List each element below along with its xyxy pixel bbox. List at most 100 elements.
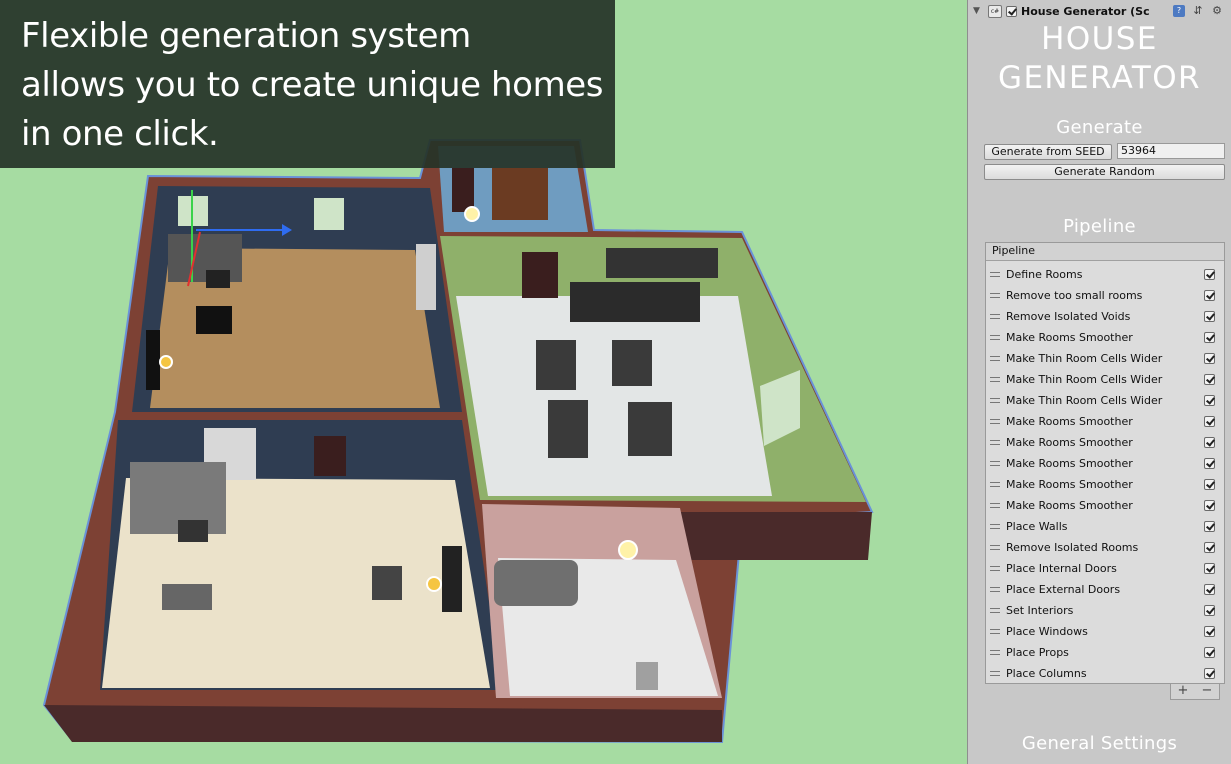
generate-section-title: Generate	[1056, 117, 1143, 138]
pipeline-step-checkbox[interactable]	[1204, 437, 1215, 448]
drag-handle-icon[interactable]	[990, 293, 1000, 298]
pipeline-step[interactable]: Make Rooms Smoother	[986, 432, 1224, 453]
pipeline-step-label: Make Rooms Smoother	[1006, 436, 1133, 449]
title-house: HOUSE	[1041, 21, 1158, 57]
drag-handle-icon[interactable]	[990, 335, 1000, 340]
pipeline-step[interactable]: Remove Isolated Voids	[986, 306, 1224, 327]
drag-handle-icon[interactable]	[990, 566, 1000, 571]
pipeline-step-checkbox[interactable]	[1204, 626, 1215, 637]
pipeline-step-checkbox[interactable]	[1204, 374, 1215, 385]
component-title: House Generator (Sc	[1021, 4, 1150, 18]
pipeline-step-label: Make Rooms Smoother	[1006, 499, 1133, 512]
inspector-panel: ▼ c# House Generator (Sc ? ⇵ ⚙ HOUSE GEN…	[967, 0, 1231, 764]
generate-random-button[interactable]: Generate Random	[984, 164, 1225, 180]
drag-handle-icon[interactable]	[990, 524, 1000, 529]
pipeline-step[interactable]: Remove Isolated Rooms	[986, 537, 1224, 558]
pipeline-section-title: Pipeline	[1063, 216, 1136, 237]
title-generator: GENERATOR	[998, 60, 1201, 96]
help-book-icon[interactable]: ?	[1173, 5, 1185, 17]
pipeline-step-checkbox[interactable]	[1204, 269, 1215, 280]
drag-handle-icon[interactable]	[990, 545, 1000, 550]
pipeline-step-checkbox[interactable]	[1204, 353, 1215, 364]
pipeline-step[interactable]: Place External Doors	[986, 579, 1224, 600]
pipeline-step-checkbox[interactable]	[1204, 584, 1215, 595]
drag-handle-icon[interactable]	[990, 503, 1000, 508]
pipeline-list-header: Pipeline	[986, 243, 1224, 261]
add-step-button[interactable]: +	[1178, 684, 1189, 699]
pipeline-step[interactable]: Make Rooms Smoother	[986, 495, 1224, 516]
pipeline-step-label: Set Interiors	[1006, 604, 1074, 617]
pipeline-step-label: Place External Doors	[1006, 583, 1121, 596]
pipeline-step[interactable]: Make Rooms Smoother	[986, 474, 1224, 495]
generate-from-seed-button[interactable]: Generate from SEED	[984, 144, 1112, 160]
pipeline-step[interactable]: Set Interiors	[986, 600, 1224, 621]
pipeline-step[interactable]: Make Rooms Smoother	[986, 411, 1224, 432]
gear-icon[interactable]: ⚙	[1211, 5, 1223, 17]
pipeline-step-checkbox[interactable]	[1204, 605, 1215, 616]
pipeline-step-checkbox[interactable]	[1204, 500, 1215, 511]
pipeline-step-checkbox[interactable]	[1204, 563, 1215, 574]
pipeline-step-label: Make Thin Room Cells Wider	[1006, 394, 1163, 407]
pipeline-step-label: Remove too small rooms	[1006, 289, 1143, 302]
csharp-script-icon: c#	[988, 4, 1002, 18]
preset-sliders-icon[interactable]: ⇵	[1192, 5, 1204, 17]
pipeline-step[interactable]: Remove too small rooms	[986, 285, 1224, 306]
pipeline-step[interactable]: Define Rooms	[986, 264, 1224, 285]
pipeline-step[interactable]: Place Internal Doors	[986, 558, 1224, 579]
drag-handle-icon[interactable]	[990, 272, 1000, 277]
drag-handle-icon[interactable]	[990, 608, 1000, 613]
pipeline-step-checkbox[interactable]	[1204, 479, 1215, 490]
pipeline-step-checkbox[interactable]	[1204, 521, 1215, 532]
pipeline-step-checkbox[interactable]	[1204, 458, 1215, 469]
component-enabled-checkbox[interactable]	[1006, 5, 1017, 17]
drag-handle-icon[interactable]	[990, 629, 1000, 634]
scene-viewport[interactable]: Flexible generation system allows you to…	[0, 0, 967, 764]
pipeline-step-checkbox[interactable]	[1204, 668, 1215, 679]
remove-step-button[interactable]: −	[1202, 684, 1213, 699]
pipeline-step-checkbox[interactable]	[1204, 332, 1215, 343]
pipeline-step-label: Remove Isolated Rooms	[1006, 541, 1139, 554]
caption-line: in one click.	[21, 114, 219, 154]
drag-handle-icon[interactable]	[990, 419, 1000, 424]
drag-handle-icon[interactable]	[990, 650, 1000, 655]
pipeline-list-footer: + −	[1170, 684, 1220, 700]
drag-handle-icon[interactable]	[990, 377, 1000, 382]
pipeline-step[interactable]: Make Rooms Smoother	[986, 453, 1224, 474]
pipeline-step[interactable]: Make Thin Room Cells Wider	[986, 390, 1224, 411]
pipeline-step-label: Place Columns	[1006, 667, 1087, 680]
pipeline-step-checkbox[interactable]	[1204, 395, 1215, 406]
pipeline-step[interactable]: Place Props	[986, 642, 1224, 663]
pipeline-step[interactable]: Place Windows	[986, 621, 1224, 642]
seed-input[interactable]: 53964	[1117, 143, 1225, 159]
pipeline-step-label: Make Thin Room Cells Wider	[1006, 373, 1163, 386]
pipeline-step-checkbox[interactable]	[1204, 311, 1215, 322]
drag-handle-icon[interactable]	[990, 356, 1000, 361]
pipeline-list[interactable]: Pipeline Define Rooms Remove too small ro…	[985, 242, 1225, 684]
pipeline-step-checkbox[interactable]	[1204, 647, 1215, 658]
pipeline-step[interactable]: Make Thin Room Cells Wider	[986, 369, 1224, 390]
pipeline-step[interactable]: Place Columns	[986, 663, 1224, 684]
pipeline-step-label: Remove Isolated Voids	[1006, 310, 1131, 323]
component-header[interactable]: ▼ c# House Generator (Sc ? ⇵ ⚙	[968, 0, 1231, 22]
drag-handle-icon[interactable]	[990, 461, 1000, 466]
pipeline-step-label: Place Walls	[1006, 520, 1068, 533]
drag-handle-icon[interactable]	[990, 671, 1000, 676]
pipeline-step-label: Place Props	[1006, 646, 1069, 659]
pipeline-step[interactable]: Place Walls	[986, 516, 1224, 537]
drag-handle-icon[interactable]	[990, 398, 1000, 403]
pipeline-step-checkbox[interactable]	[1204, 290, 1215, 301]
pipeline-step[interactable]: Make Thin Room Cells Wider	[986, 348, 1224, 369]
pipeline-step-checkbox[interactable]	[1204, 542, 1215, 553]
caption-line: Flexible generation system	[21, 16, 471, 56]
pipeline-step-label: Place Internal Doors	[1006, 562, 1117, 575]
drag-handle-icon[interactable]	[990, 482, 1000, 487]
drag-handle-icon[interactable]	[990, 440, 1000, 445]
drag-handle-icon[interactable]	[990, 314, 1000, 319]
pipeline-step-label: Make Thin Room Cells Wider	[1006, 352, 1163, 365]
caption-line: allows you to create unique homes	[21, 65, 604, 105]
pipeline-step[interactable]: Make Rooms Smoother	[986, 327, 1224, 348]
fold-arrow-icon[interactable]: ▼	[973, 6, 985, 16]
drag-handle-icon[interactable]	[990, 587, 1000, 592]
pipeline-step-label: Make Rooms Smoother	[1006, 478, 1133, 491]
pipeline-step-checkbox[interactable]	[1204, 416, 1215, 427]
